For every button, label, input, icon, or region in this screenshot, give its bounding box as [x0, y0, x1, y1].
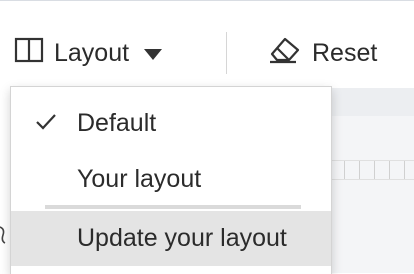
reset-button[interactable]: Reset [266, 18, 377, 88]
menu-separator [45, 205, 301, 209]
layout-button-label: Layout [54, 38, 130, 67]
menu-item-default[interactable]: Default [11, 95, 331, 151]
toolbar-divider [226, 32, 227, 74]
top-border [0, 0, 414, 1]
layout-dropdown-menu: Default Your layout Update your layout [10, 86, 332, 274]
menu-item-label: Your layout [77, 164, 202, 193]
menu-item-label: Update your layout [77, 224, 287, 252]
toolbar: Layout Reset [0, 18, 414, 88]
caret-down-icon [143, 39, 163, 68]
layout-button[interactable]: Layout [14, 18, 163, 88]
eraser-icon [266, 35, 302, 72]
edge-mark [0, 224, 6, 246]
background-band [330, 88, 414, 116]
menu-item-label: Default [77, 108, 157, 137]
menu-item-your-layout[interactable]: Your layout [11, 151, 331, 207]
columns-icon [14, 37, 44, 70]
background-ruler [330, 160, 414, 180]
menu-item-update-your-layout[interactable]: Update your layout [11, 211, 331, 266]
reset-button-label: Reset [312, 38, 378, 67]
background-panel [330, 88, 414, 273]
checkmark-icon [35, 109, 57, 138]
